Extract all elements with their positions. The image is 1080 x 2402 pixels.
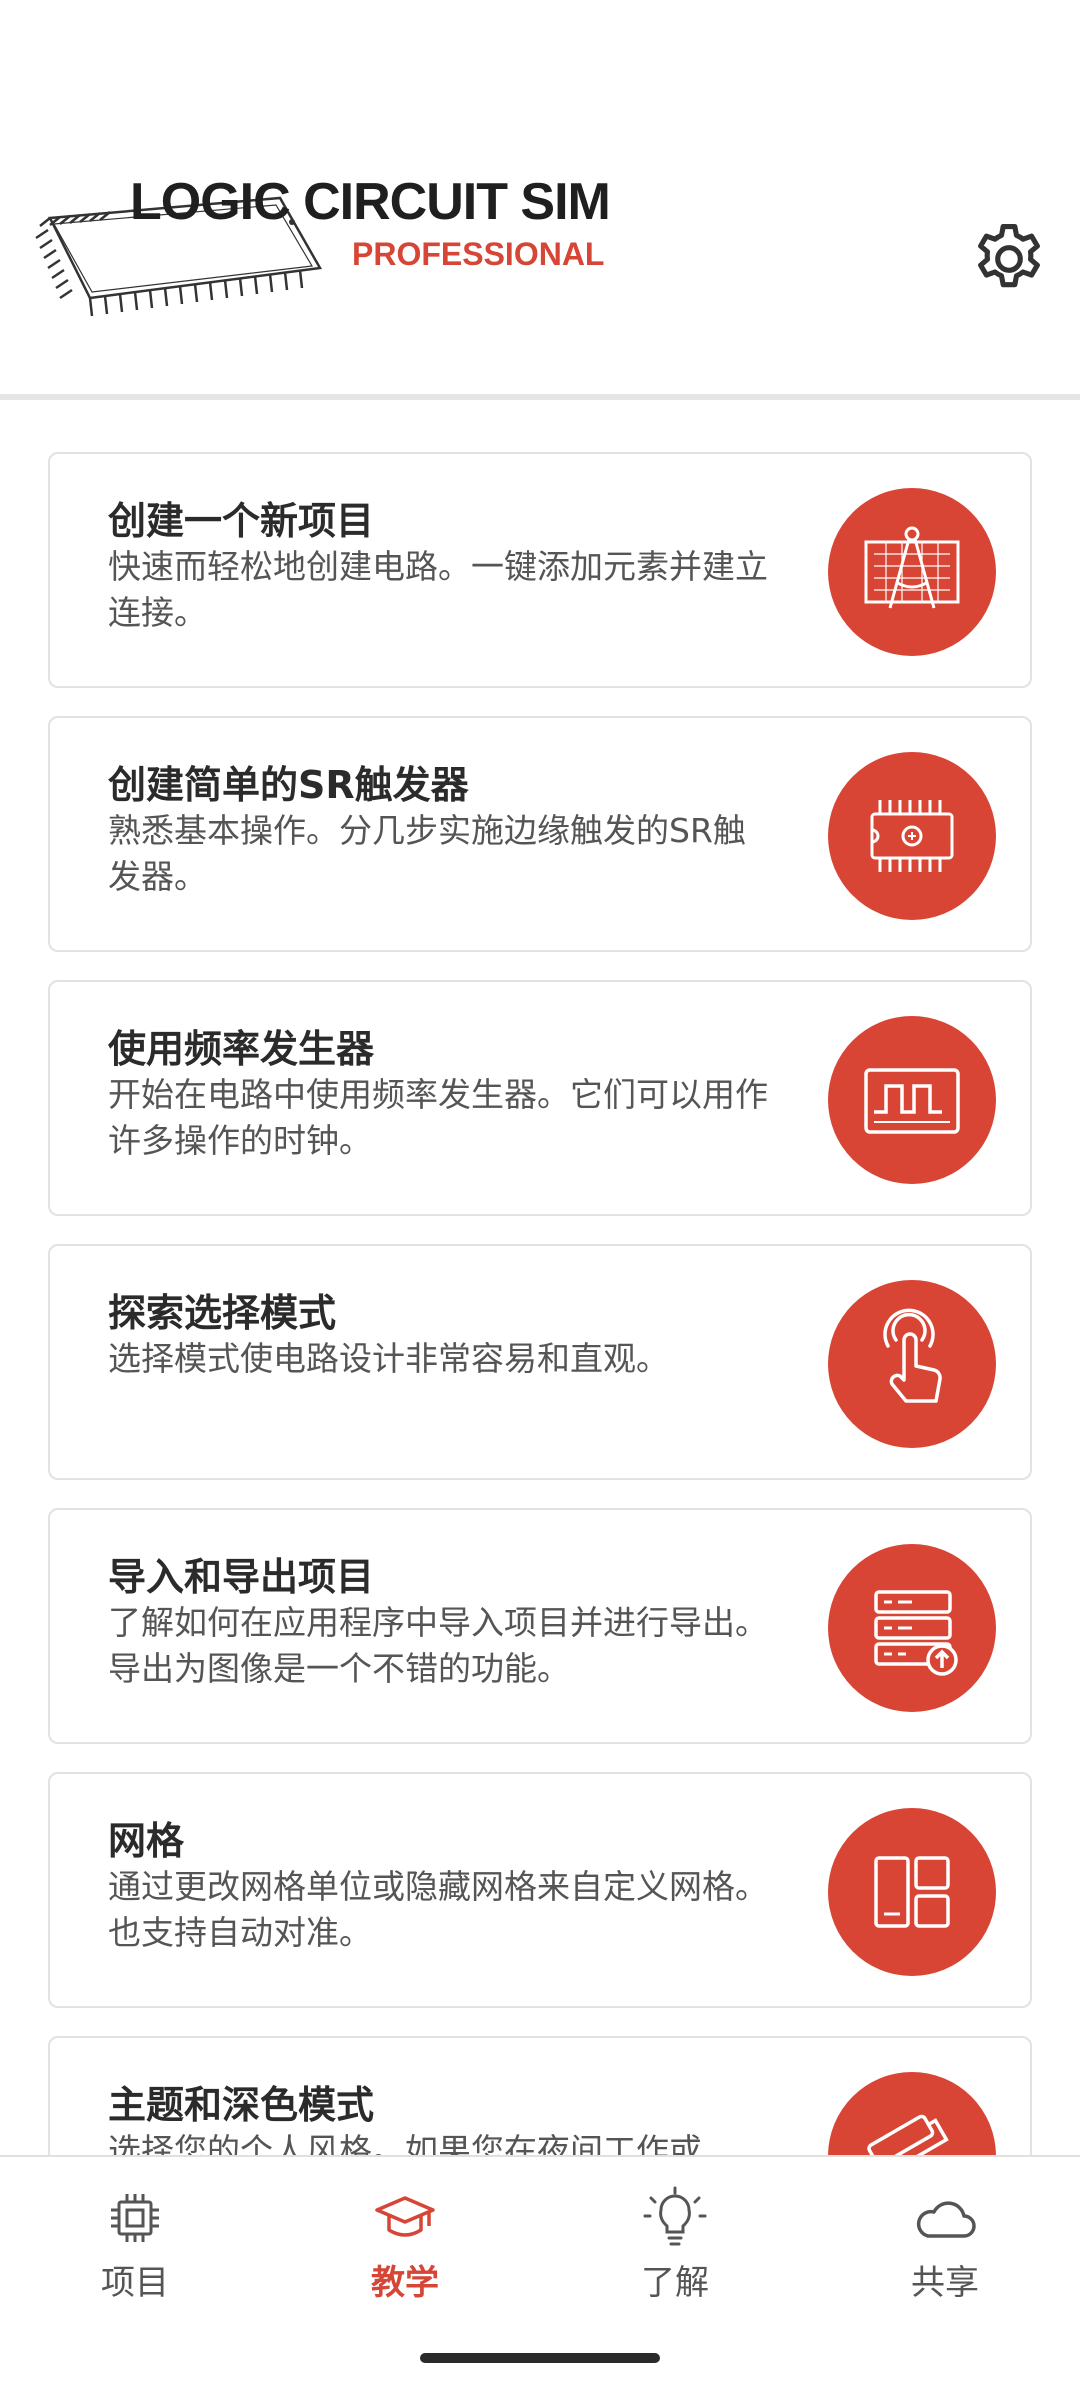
gear-icon[interactable]	[968, 218, 1050, 300]
app-logo: LOGIC CIRCUIT SIM PROFESSIONAL	[30, 160, 640, 350]
server-upload-icon	[828, 1544, 996, 1712]
tutorial-list[interactable]: 创建一个新项目 快速而轻松地创建电路。一键添加元素并建立连接。 创建简单的SR触…	[0, 440, 1080, 2155]
card-description: 快速而轻松地创建电路。一键添加元素并建立连接。	[108, 547, 768, 632]
tutorial-card-frequency-generator[interactable]: 使用频率发生器 开始在电路中使用频率发生器。它们可以用作许多操作的时钟。	[48, 980, 1032, 1216]
nav-label: 教学	[371, 2263, 439, 2303]
nav-label: 共享	[911, 2263, 979, 2303]
nav-label: 了解	[641, 2263, 709, 2303]
lightbulb-icon	[575, 2185, 775, 2251]
square-wave-icon	[828, 1016, 996, 1184]
nav-item-share[interactable]: 共享	[845, 2185, 1045, 2304]
card-description: 选择模式使电路设计非常容易和直观。	[108, 1339, 669, 1378]
grid-layout-icon	[828, 1808, 996, 1976]
nav-item-tutorials[interactable]: 教学	[305, 2185, 505, 2304]
app-header: LOGIC CIRCUIT SIM PROFESSIONAL	[0, 0, 1080, 400]
graduation-cap-icon	[305, 2185, 505, 2251]
card-title: 创建一个新项目	[108, 499, 375, 543]
card-title: 主题和深色模式	[108, 2083, 375, 2127]
chip-icon	[35, 2185, 235, 2251]
card-description: 通过更改网格单位或隐藏网格来自定义网格。也支持自动对准。	[108, 1867, 768, 1952]
logo-subtitle: PROFESSIONAL	[352, 236, 605, 272]
card-description: 了解如何在应用程序中导入项目并进行导出。导出为图像是一个不错的功能。	[108, 1603, 768, 1688]
nav-item-projects[interactable]: 项目	[35, 2185, 235, 2304]
card-description: 开始在电路中使用频率发生器。它们可以用作许多操作的时钟。	[108, 1075, 768, 1160]
tutorial-card-import-export[interactable]: 导入和导出项目 了解如何在应用程序中导入项目并进行导出。导出为图像是一个不错的功…	[48, 1508, 1032, 1744]
card-description: 选择您的个人风格。如果您在夜间工作或	[108, 2131, 702, 2155]
card-title: 创建简单的SR触发器	[108, 763, 469, 807]
card-title: 导入和导出项目	[108, 1555, 375, 1599]
cloud-icon	[845, 2185, 1045, 2251]
tutorial-card-new-project[interactable]: 创建一个新项目 快速而轻松地创建电路。一键添加元素并建立连接。	[48, 452, 1032, 688]
header-divider	[0, 394, 1080, 400]
paint-roller-icon	[828, 2072, 996, 2155]
card-title: 使用频率发生器	[108, 1027, 375, 1071]
tutorial-card-grid[interactable]: 网格 通过更改网格单位或隐藏网格来自定义网格。也支持自动对准。	[48, 1772, 1032, 2008]
tutorial-card-selection-mode[interactable]: 探索选择模式 选择模式使电路设计非常容易和直观。	[48, 1244, 1032, 1480]
card-title: 探索选择模式	[108, 1291, 337, 1335]
tutorial-card-theme-dark-mode[interactable]: 主题和深色模式 选择您的个人风格。如果您在夜间工作或	[48, 2036, 1032, 2155]
nav-label: 项目	[101, 2263, 169, 2303]
bottom-nav: 项目 教学 了解 共享	[0, 2155, 1080, 2402]
ic-chip-icon	[828, 752, 996, 920]
logo-title: LOGIC CIRCUIT SIM	[130, 173, 611, 231]
tutorial-card-sr-flipflop[interactable]: 创建简单的SR触发器 熟悉基本操作。分几步实施边缘触发的SR触发器。	[48, 716, 1032, 952]
drafting-compass-icon	[828, 488, 996, 656]
card-description: 熟悉基本操作。分几步实施边缘触发的SR触发器。	[108, 811, 746, 896]
nav-item-learn[interactable]: 了解	[575, 2185, 775, 2304]
tap-hand-icon	[828, 1280, 996, 1448]
card-title: 网格	[108, 1819, 185, 1863]
home-indicator[interactable]	[420, 2353, 660, 2363]
